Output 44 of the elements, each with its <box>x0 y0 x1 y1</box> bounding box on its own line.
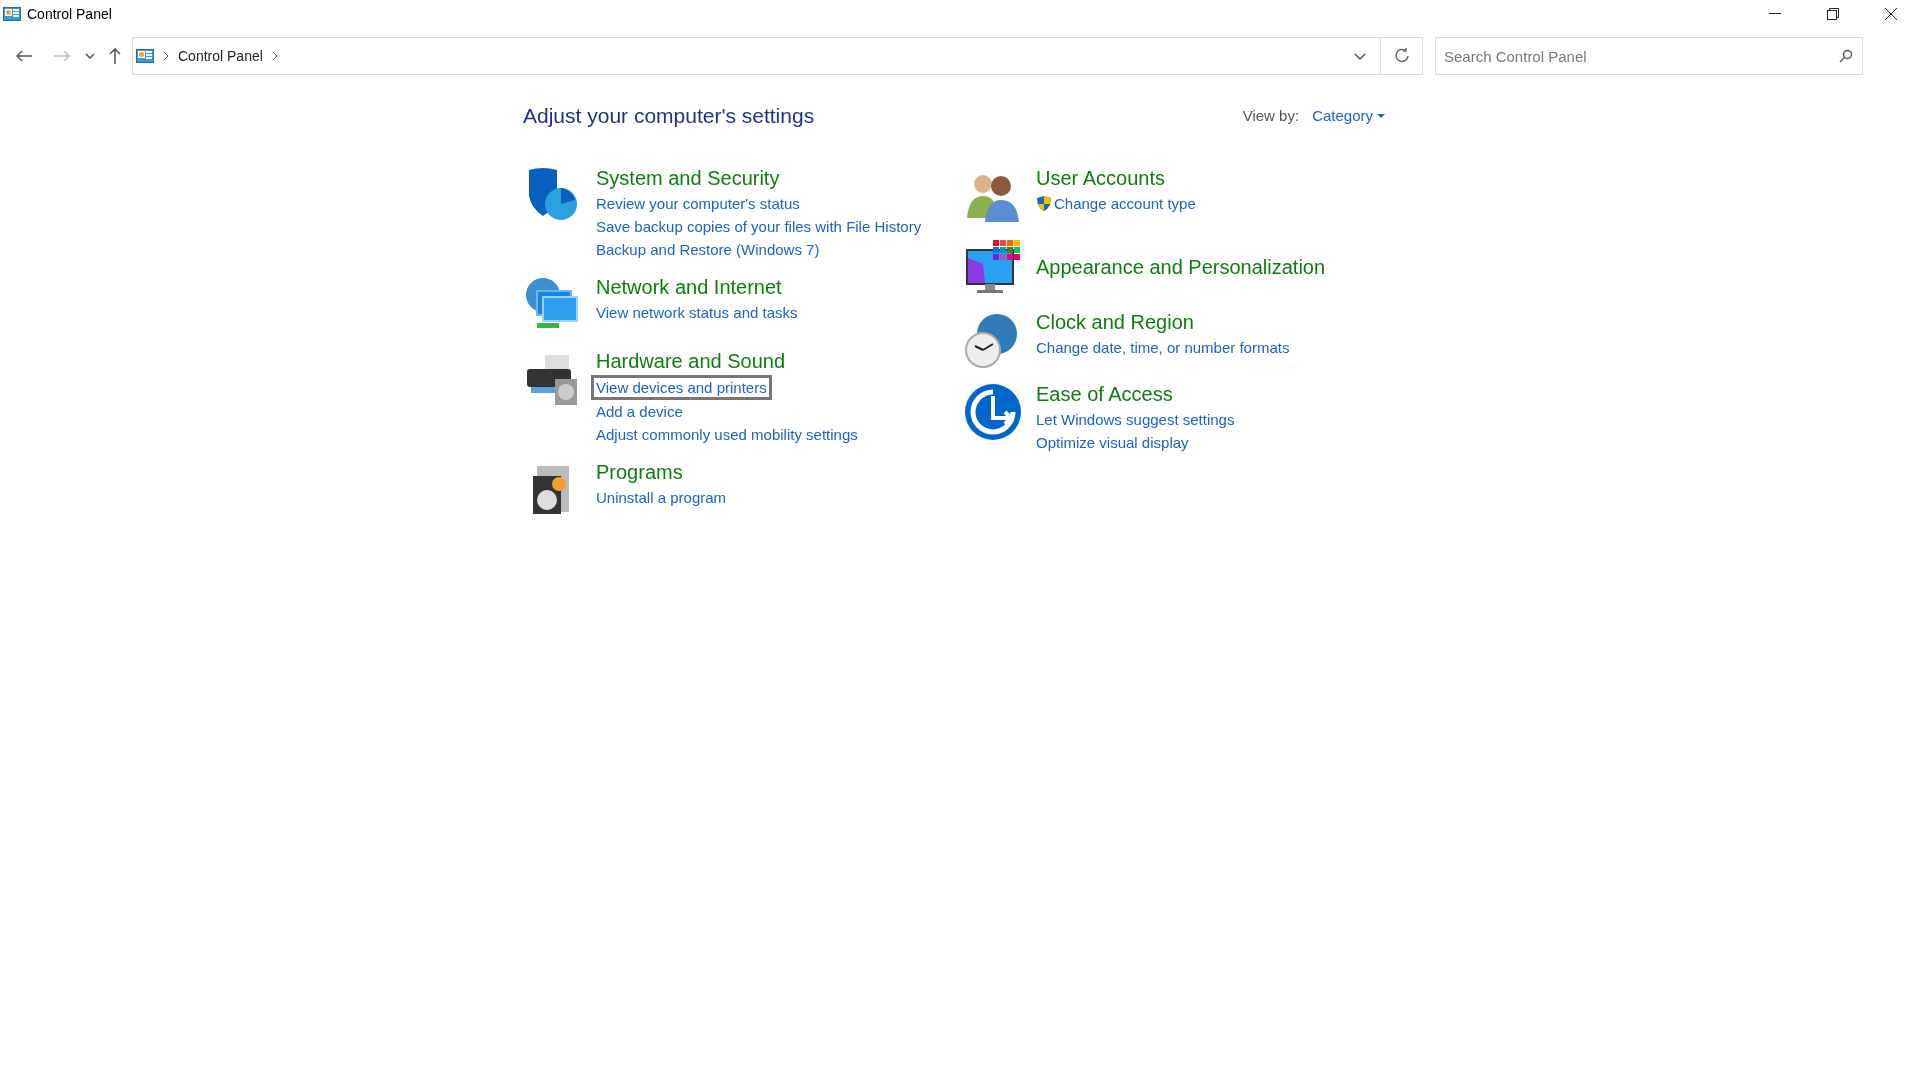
address-bar[interactable]: Control Panel <box>132 37 1423 75</box>
category-link[interactable]: Appearance and Personalization <box>1036 252 1326 281</box>
task-link[interactable]: Adjust commonly used mobility settings <box>596 422 858 446</box>
search-icon <box>1839 49 1853 63</box>
category-link[interactable]: User Accounts <box>1036 163 1165 192</box>
window-title: Control Panel <box>27 4 112 24</box>
caret-icon <box>1377 113 1385 118</box>
view-by-dropdown[interactable]: Category <box>1312 104 1385 127</box>
category-link[interactable]: System and Security <box>596 163 780 192</box>
view-by-label: View by: <box>1242 105 1300 126</box>
chevron-icon <box>271 51 278 61</box>
breadcrumb[interactable]: Control Panel <box>178 45 263 67</box>
category-link[interactable]: Network and Internet <box>596 272 782 301</box>
refresh-icon <box>1393 48 1410 64</box>
category-link[interactable]: Ease of Access <box>1036 379 1173 408</box>
search-field[interactable]: Search Control Panel <box>1435 37 1863 75</box>
task-link[interactable]: Optimize visual display <box>1036 430 1189 454</box>
task-link[interactable]: Backup and Restore (Windows 7) <box>596 237 820 261</box>
task-link[interactable]: Save backup copies of your files with File History <box>596 214 922 238</box>
back-arrow-icon <box>16 50 32 62</box>
task-link[interactable]: Change account type <box>1054 191 1196 215</box>
close-icon <box>1885 8 1897 20</box>
task-link[interactable]: Uninstall a program <box>596 485 727 509</box>
chevron-down-icon <box>1354 52 1366 60</box>
control-panel-icon <box>3 7 21 21</box>
uac-shield-icon <box>1036 194 1052 212</box>
category-link[interactable]: Clock and Region <box>1036 307 1194 336</box>
task-link[interactable]: Add a device <box>596 399 683 423</box>
forward-arrow-icon <box>54 50 70 62</box>
chevron-down-icon <box>85 53 95 59</box>
page-heading: Adjust your computer's settings <box>523 103 815 129</box>
restore-icon <box>1827 8 1839 20</box>
task-link[interactable]: Review your computer's status <box>596 191 800 215</box>
category-link[interactable]: Hardware and Sound <box>596 346 785 375</box>
minimize-icon <box>1769 13 1781 15</box>
task-link[interactable]: View devices and printers <box>591 374 772 400</box>
chevron-icon <box>163 51 169 61</box>
category-link[interactable]: Programs <box>596 457 683 486</box>
task-link[interactable]: Let Windows suggest settings <box>1036 407 1235 431</box>
accessibility-icon <box>963 381 1023 442</box>
task-link[interactable]: View network status and tasks <box>596 300 798 324</box>
control-panel-icon <box>136 49 154 63</box>
task-link[interactable]: Change date, time, or number formats <box>1036 335 1290 359</box>
up-arrow-icon <box>109 48 121 64</box>
